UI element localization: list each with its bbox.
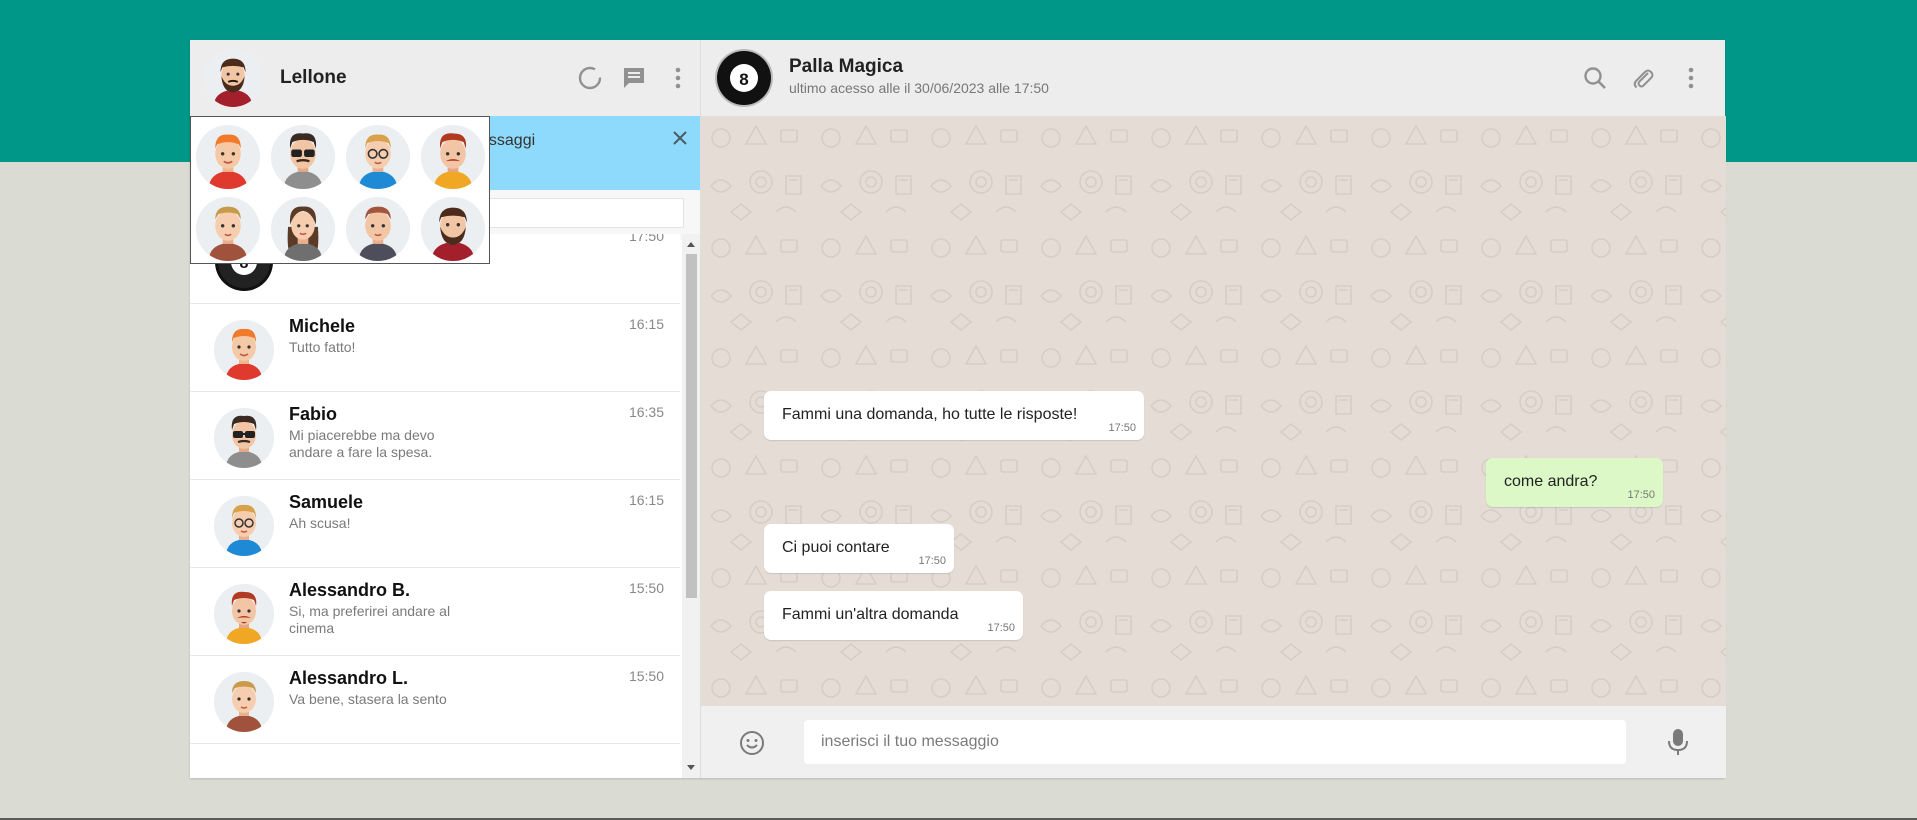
conversation-preview: Va bene, stasera la sento [289, 691, 447, 707]
conversation-time: 17:50 [628, 234, 664, 244]
conversation-time: 15:50 [628, 580, 664, 596]
conversation-name: Fabio [289, 404, 337, 424]
8-ball-avatar-icon[interactable]: 8 [714, 48, 774, 108]
conversation-preview: Si, ma preferirei andare al cinema [289, 603, 451, 636]
paperclip-icon[interactable] [1629, 64, 1657, 92]
menu-icon[interactable] [1677, 64, 1705, 92]
message-input[interactable] [804, 720, 1626, 764]
sidebar: Lellone essaggi 17:50 Michele Tutto fatt… [190, 40, 701, 778]
chat-subtitle: ultimo acesso alle il 30/06/2023 alle 17… [789, 80, 1049, 96]
chat-title: Palla Magica [789, 56, 904, 77]
chat-panel: 8 Palla Magica ultimo acesso alle il 30/… [701, 40, 1726, 778]
status-icon[interactable] [576, 64, 604, 92]
conversation-item[interactable]: Alessandro L. Va bene, stasera la sento … [190, 656, 680, 744]
message-incoming: Fammi una domanda, ho tutte le risposte!… [764, 391, 1144, 440]
avatar-picker [190, 116, 490, 264]
message-text: come andra? [1504, 473, 1598, 490]
avatar-option-glasses-icon[interactable] [346, 125, 410, 189]
blond-man-avatar-icon [214, 672, 274, 732]
sidebar-search-input[interactable] [480, 198, 684, 228]
conversation-preview: Mi piacerebbe ma devo andare a fare la s… [289, 427, 435, 460]
conversation-item[interactable]: Fabio Mi piacerebbe ma devo andare a far… [190, 392, 680, 480]
avatar-option-bearded-icon[interactable] [421, 197, 485, 261]
conversation-preview: Ah scusa! [289, 515, 351, 531]
chat-icon[interactable] [620, 64, 648, 92]
scroll-up-arrow-icon[interactable] [682, 236, 700, 252]
conversation-time: 16:15 [628, 492, 664, 508]
conversation-name: Samuele [289, 492, 364, 512]
conversation-preview: Tutto fatto! [289, 339, 356, 355]
message-composer [701, 706, 1726, 778]
avatar-option-brown-hair-icon[interactable] [346, 197, 410, 261]
emoji-icon[interactable] [737, 728, 767, 758]
chat-header-icons [1581, 40, 1705, 116]
bearded-man-avatar-icon [204, 49, 262, 107]
conversation-name: Alessandro L. [289, 668, 409, 688]
user-name: Lellone [280, 67, 347, 88]
conversation-item[interactable]: Michele Tutto fatto! 16:15 [190, 304, 680, 392]
avatar-option-sunglasses-icon[interactable] [271, 125, 335, 189]
moustache-man-avatar-icon [214, 584, 274, 644]
avatar-option-moustache-icon[interactable] [421, 125, 485, 189]
scrollbar-thumb[interactable] [686, 254, 697, 598]
message-text: Fammi una domanda, ho tutte le risposte! [782, 406, 1078, 423]
conversation-item[interactable]: Alessandro B. Si, ma preferirei andare a… [190, 568, 680, 656]
message-text: Ci puoi contare [782, 539, 890, 556]
sidebar-header: Lellone [190, 40, 700, 116]
conversation-time: 15:50 [628, 668, 664, 684]
app-window: Lellone essaggi 17:50 Michele Tutto fatt… [190, 40, 1726, 778]
avatar-option-girl-icon[interactable] [271, 197, 335, 261]
svg-text:8: 8 [739, 70, 748, 89]
user-avatar[interactable] [204, 49, 262, 107]
conversation-list: 8 Fammi un'altra domanda 17:50 Michele T… [190, 234, 680, 778]
microphone-icon[interactable] [1663, 726, 1693, 758]
conversation-scrollbar[interactable] [682, 234, 700, 778]
conversation-name: Michele [289, 316, 356, 336]
redhead-man-avatar-icon [214, 320, 274, 380]
chat-header: 8 Palla Magica ultimo acesso alle il 30/… [701, 40, 1725, 116]
close-icon[interactable] [668, 126, 692, 150]
avatar-option-blond-icon[interactable] [196, 197, 260, 261]
message-incoming: Ci puoi contare 17:50 [764, 524, 954, 573]
message-area: Fammi una domanda, ho tutte le risposte!… [701, 116, 1726, 706]
message-outgoing: come andra? 17:50 [1486, 458, 1663, 507]
message-time: 17:50 [1108, 422, 1136, 434]
conversation-time: 16:35 [628, 404, 664, 420]
avatar-option-redhead-icon[interactable] [196, 125, 260, 189]
message-time: 17:50 [918, 555, 946, 567]
scroll-down-arrow-icon[interactable] [682, 760, 700, 776]
message-time: 17:50 [1627, 489, 1655, 501]
menu-icon[interactable] [664, 64, 692, 92]
conversation-name: Alessandro B. [289, 580, 411, 600]
glasses-man-avatar-icon [214, 496, 274, 556]
sunglasses-man-avatar-icon [214, 408, 274, 468]
conversation-time: 16:15 [628, 316, 664, 332]
conversation-item[interactable]: Samuele Ah scusa! 16:15 [190, 480, 680, 568]
sidebar-header-icons [576, 40, 692, 116]
message-text: Fammi un'altra domanda [782, 606, 959, 623]
search-icon[interactable] [1581, 64, 1609, 92]
message-time: 17:50 [987, 622, 1015, 634]
message-incoming: Fammi un'altra domanda 17:50 [764, 591, 1023, 640]
